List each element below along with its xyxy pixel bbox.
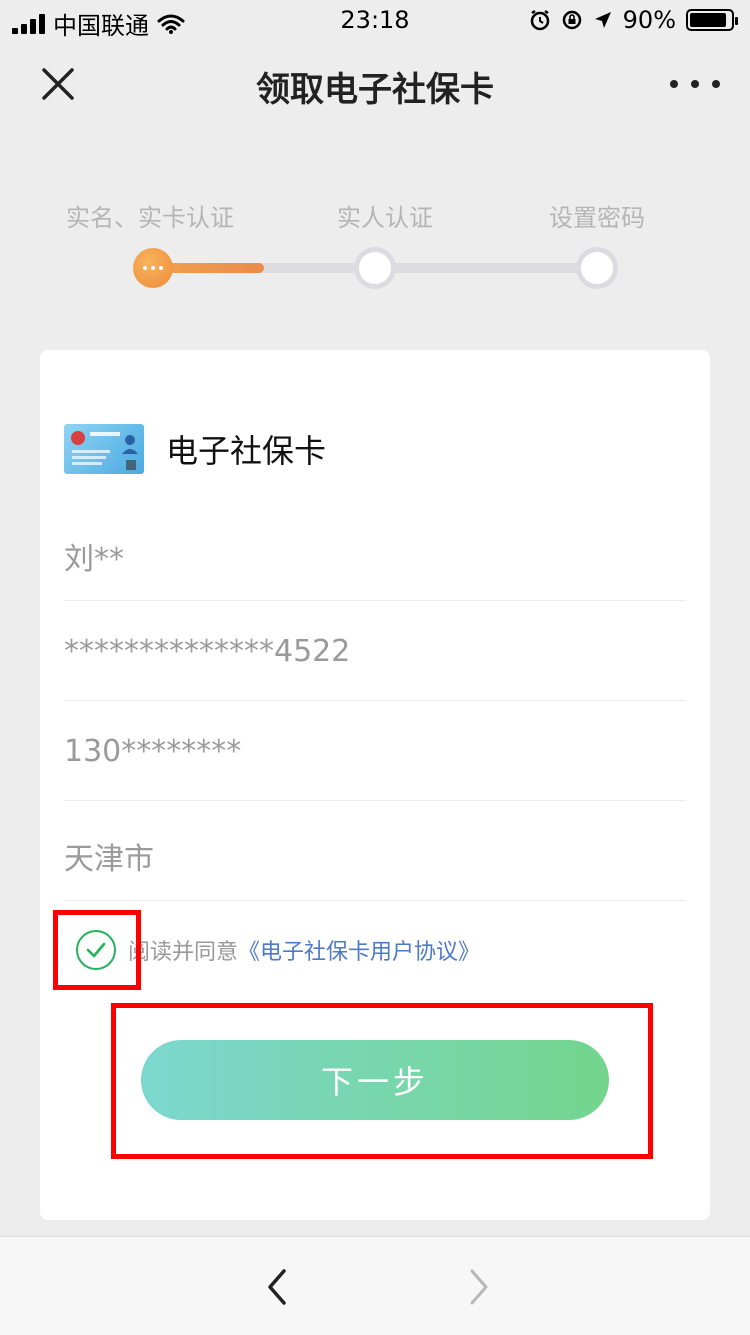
- step-node-2: [354, 247, 396, 289]
- step-node-3: [576, 247, 618, 289]
- more-icon[interactable]: [670, 74, 720, 94]
- id-number-field[interactable]: **************4522: [64, 600, 686, 701]
- highlight-box-checkbox: [53, 910, 141, 990]
- city-value: 天津市: [64, 842, 154, 877]
- alarm-icon: [530, 9, 549, 31]
- city-field[interactable]: 天津市: [64, 800, 686, 901]
- forward-arrow-icon[interactable]: [458, 1265, 498, 1309]
- battery-icon: [686, 9, 738, 31]
- phone-value: 130********: [64, 734, 242, 769]
- battery-percent: 90%: [622, 6, 676, 34]
- rotation-lock-icon: [562, 10, 581, 30]
- name-value: 刘**: [64, 542, 124, 577]
- card-title: 电子社保卡: [166, 432, 327, 470]
- card-header: 电子社保卡: [64, 424, 326, 474]
- step-label-3: 设置密码: [549, 204, 645, 232]
- agreement-prefix: 阅读并同意: [128, 940, 239, 965]
- step-label-1: 实名、实卡认证: [66, 204, 234, 232]
- status-bar: 中国联通 23:18 90%: [0, 0, 750, 40]
- agreement-link[interactable]: 《电子社保卡用户协议》: [238, 934, 480, 966]
- name-field[interactable]: 刘**: [64, 500, 686, 601]
- nav-bar: 领取电子社保卡: [0, 40, 750, 128]
- back-arrow-icon[interactable]: [258, 1265, 298, 1309]
- location-icon: [594, 12, 611, 28]
- highlight-box-next-button: [111, 1003, 653, 1159]
- status-right: 90%: [529, 6, 738, 34]
- id-number-value: **************4522: [64, 634, 351, 669]
- step-node-current: [133, 248, 173, 288]
- step-progress: 实名、实卡认证 实人认证 设置密码: [0, 198, 750, 308]
- phone-field[interactable]: 130********: [64, 700, 686, 801]
- step-label-2: 实人认证: [337, 204, 433, 232]
- bottom-toolbar: [0, 1236, 750, 1335]
- page-title: 领取电子社保卡: [256, 70, 494, 110]
- social-security-card-icon: [64, 424, 144, 474]
